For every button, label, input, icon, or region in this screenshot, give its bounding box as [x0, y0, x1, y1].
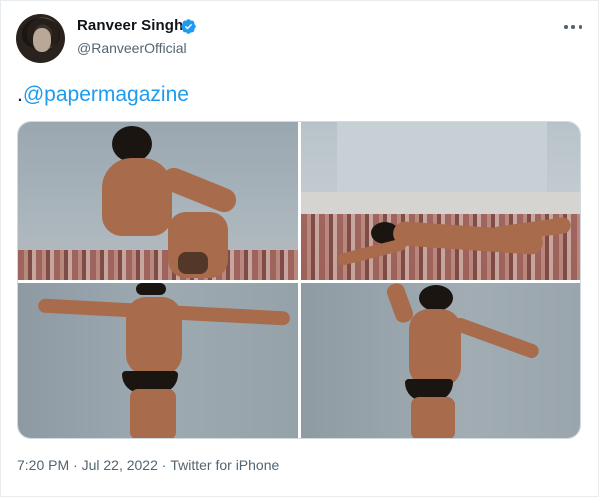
photo-seated-on-rug[interactable]: [18, 122, 298, 280]
more-options-icon[interactable]: [564, 21, 582, 33]
figure-hair: [136, 283, 166, 295]
tweet-source[interactable]: Twitter for iPhone: [170, 457, 279, 473]
figure-torso: [102, 158, 172, 236]
tweet-text: .@papermagazine: [17, 83, 189, 107]
photo-standing-arms-outstretched[interactable]: [18, 283, 298, 438]
media-grid: [17, 121, 581, 439]
tweet-card: Ranveer Singh @RanveerOfficial .@paperma…: [0, 0, 599, 497]
mention-link[interactable]: @papermagazine: [23, 83, 189, 106]
author-handle[interactable]: @RanveerOfficial: [77, 40, 187, 56]
avatar-face: [33, 28, 51, 52]
figure-arm: [451, 316, 541, 360]
figure-legs: [411, 397, 455, 438]
rug: [18, 250, 298, 280]
meta-separator: ·: [69, 457, 82, 473]
author-avatar[interactable]: [16, 14, 65, 63]
verified-badge-icon: [181, 19, 196, 34]
more-dot: [571, 25, 575, 29]
figure-shadow: [178, 252, 208, 274]
author-name[interactable]: Ranveer Singh: [77, 17, 183, 34]
more-dot: [564, 25, 568, 29]
figure-hair: [112, 126, 152, 162]
meta-separator: ·: [157, 457, 171, 473]
studio-floor: [301, 192, 580, 214]
figure-torso: [126, 297, 182, 375]
tweet-time[interactable]: 7:20 PM: [17, 457, 69, 473]
tweet-date[interactable]: Jul 22, 2022: [82, 457, 158, 473]
figure-legs: [130, 389, 176, 438]
photo-standing-against-wall[interactable]: [301, 283, 580, 438]
tweet-metadata: 7:20 PM · Jul 22, 2022 · Twitter for iPh…: [17, 457, 279, 473]
photo-lying-on-rug[interactable]: [301, 122, 580, 280]
more-dot: [578, 25, 582, 29]
figure-hair: [419, 285, 453, 311]
